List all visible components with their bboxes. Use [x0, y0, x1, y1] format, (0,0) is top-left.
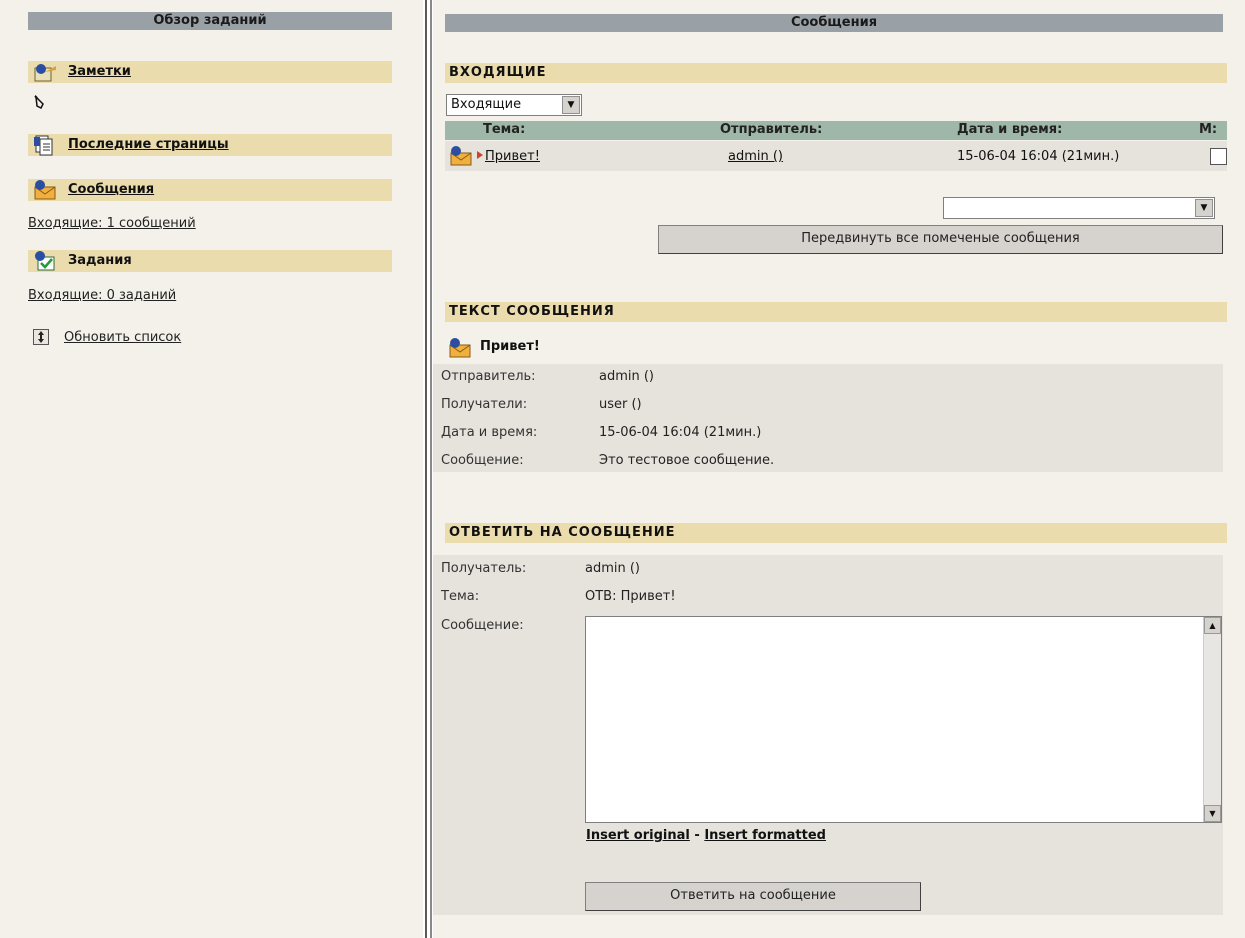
message-subject-link[interactable]: Привет!: [485, 149, 540, 164]
move-marked-button[interactable]: Передвинуть все помеченые сообщения: [658, 225, 1223, 254]
insert-links: Insert original - Insert formatted: [586, 828, 826, 843]
messages-box: Сообщения: [28, 179, 392, 201]
message-mark-checkbox[interactable]: [1210, 148, 1227, 165]
column-datetime: Дата и время:: [957, 122, 1063, 137]
detail-sender: admin (): [599, 369, 655, 384]
unread-marker-icon: [477, 151, 483, 159]
message-list-header: Тема: Отправитель: Дата и время: М:: [445, 121, 1227, 140]
detail-message-label: Сообщение:: [441, 453, 524, 468]
message-sender-link[interactable]: admin (): [728, 149, 783, 164]
insert-separator: -: [694, 828, 700, 843]
table-row[interactable]: Привет! admin () 15-06-04 16:04 (21мин.): [445, 141, 1227, 171]
messages-link[interactable]: Сообщения: [68, 182, 154, 197]
panel-divider-line: [430, 0, 432, 938]
recent-pages-box: Последние страницы: [28, 134, 392, 156]
recent-pages-link[interactable]: Последние страницы: [68, 137, 229, 152]
tasks-icon: [35, 251, 55, 271]
reply-submit-button[interactable]: Ответить на сообщение: [585, 882, 921, 911]
task-overview-panel: Обзор заданий Заметки Последние страницы: [0, 0, 423, 938]
messages-inbox-count[interactable]: Входящие: 1 сообщений: [28, 216, 196, 231]
scroll-up-icon[interactable]: ▲: [1204, 617, 1221, 634]
reply-recipient-label: Получатель:: [441, 561, 527, 576]
scroll-down-icon[interactable]: ▼: [1204, 805, 1221, 822]
column-sender: Отправитель:: [720, 122, 823, 137]
message-details: Отправитель: admin () Получатели: user (…: [433, 364, 1223, 472]
reply-form: Получатель: admin () Тема: ОТВ: Привет! …: [433, 555, 1223, 915]
detail-sender-label: Отправитель:: [441, 369, 536, 384]
detail-recipients-label: Получатели:: [441, 397, 528, 412]
notes-box: Заметки: [28, 61, 392, 83]
column-mark: М:: [1199, 122, 1218, 137]
reply-section-header: ОТВЕТИТЬ НА СООБЩЕНИЕ: [445, 523, 1227, 543]
insert-formatted-link[interactable]: Insert formatted: [704, 828, 826, 843]
column-subject: Тема:: [483, 122, 526, 137]
insert-original-link[interactable]: Insert original: [586, 828, 690, 843]
messages-title: Сообщения: [445, 14, 1223, 32]
folder-select-value: Входящие: [451, 97, 522, 112]
detail-datetime: 15-06-04 16:04 (21мин.): [599, 425, 762, 440]
inbox-section-header: ВХОДЯЩИЕ: [445, 63, 1227, 83]
textarea-scrollbar[interactable]: ▲ ▼: [1203, 617, 1221, 822]
detail-datetime-label: Дата и время:: [441, 425, 538, 440]
pages-icon: [34, 135, 53, 156]
message-envelope-icon: [449, 338, 471, 358]
messages-icon: [34, 180, 56, 200]
reply-subject: ОТВ: Привет!: [585, 589, 676, 604]
notes-link[interactable]: Заметки: [68, 64, 131, 79]
panel-divider[interactable]: [425, 0, 427, 938]
tasks-box: Задания: [28, 250, 392, 272]
tasks-inbox-count[interactable]: Входящие: 0 заданий: [28, 288, 176, 303]
move-target-select[interactable]: ▼: [943, 197, 1215, 219]
message-datetime: 15-06-04 16:04 (21мин.): [957, 149, 1120, 164]
reply-recipient: admin (): [585, 561, 641, 576]
detail-message: Это тестовое сообщение.: [599, 453, 775, 468]
notes-icon: [34, 64, 56, 82]
tasks-label: Задания: [68, 253, 132, 268]
chevron-down-icon: ▼: [562, 96, 580, 114]
messages-panel: Сообщения ВХОДЯЩИЕ Входящие ▼ Тема: Отпр…: [433, 0, 1245, 938]
message-text-section-header: ТЕКСТ СООБЩЕНИЯ: [445, 302, 1227, 322]
refresh-icon[interactable]: [33, 329, 49, 345]
reply-message-textarea[interactable]: ▲ ▼: [585, 616, 1222, 823]
detail-recipients: user (): [599, 397, 642, 412]
chevron-down-icon: ▼: [1195, 199, 1213, 217]
reply-message-label: Сообщение:: [441, 618, 524, 633]
reply-subject-label: Тема:: [441, 589, 480, 604]
message-title: Привет!: [480, 339, 540, 354]
task-overview-title: Обзор заданий: [28, 12, 392, 30]
folder-select[interactable]: Входящие ▼: [446, 94, 582, 116]
refresh-list-link[interactable]: Обновить список: [64, 330, 181, 345]
message-envelope-icon: [450, 146, 472, 166]
pen-icon[interactable]: [33, 94, 47, 112]
